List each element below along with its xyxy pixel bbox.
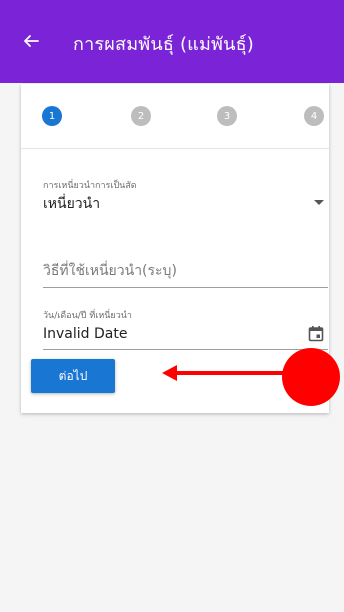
step-3[interactable]: 3 [217,106,237,126]
date-value: Invalid Date [43,326,128,342]
method-placeholder: วิธีที่ใช้เหนี่ยวนำ(ระบุ) [43,263,177,279]
method-input[interactable]: วิธีที่ใช้เหนี่ยวนำ(ระบุ) [43,262,328,288]
date-field[interactable]: วัน/เดือน/ปี ที่เหนี่ยวนำ Invalid Date [43,310,328,350]
next-button[interactable]: ต่อไป [31,359,115,393]
date-underline [43,349,328,350]
arrow-left-icon [24,35,39,47]
stepper: 1 2 3 4 [21,84,329,149]
calendar-icon[interactable] [308,325,324,346]
method-underline [43,287,328,288]
annotation-arrow-icon [162,365,286,381]
step-4[interactable]: 4 [304,106,324,126]
back-button[interactable] [16,26,46,56]
chevron-down-icon[interactable] [314,200,324,205]
page-title: การผสมพันธุ์ (แม่พันธุ์) [73,34,255,55]
induction-type-label: การเหนี่ยวนำการเป็นสัด [43,181,137,191]
step-2[interactable]: 2 [131,106,151,126]
annotation-dot [282,348,340,406]
step-1[interactable]: 1 [42,106,62,126]
induction-type-select[interactable]: การเหนี่ยวนำการเป็นสัด เหนี่ยวนำ [43,180,328,218]
app-bar: การผสมพันธุ์ (แม่พันธุ์) [0,0,344,83]
date-label: วัน/เดือน/ปี ที่เหนี่ยวนำ [43,311,132,321]
induction-type-value: เหนี่ยวนำ [43,196,101,212]
